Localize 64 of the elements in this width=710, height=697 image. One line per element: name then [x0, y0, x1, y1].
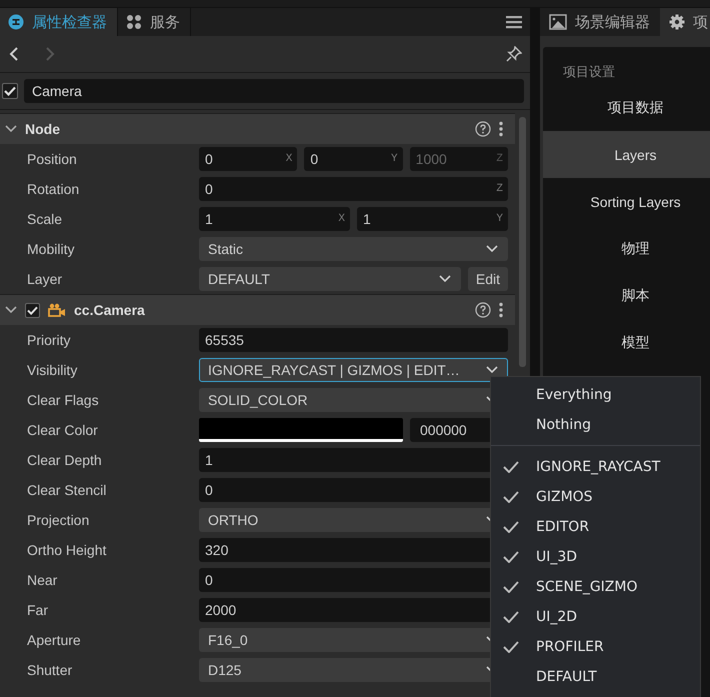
edit-button[interactable]: Edit: [468, 267, 508, 291]
number-field[interactable]: 0 X: [199, 147, 298, 171]
number-field[interactable]: 1 Y: [357, 207, 508, 231]
more-icon[interactable]: [499, 302, 503, 318]
inspector-icon: [8, 14, 24, 30]
grid-icon: [126, 14, 142, 30]
number-field[interactable]: 65535: [199, 328, 508, 352]
number-field[interactable]: 0 Z: [199, 177, 508, 201]
property-label: Clear Color: [26, 422, 99, 438]
property-label: Near: [26, 572, 58, 588]
section-header[interactable]: cc.Camera: [0, 294, 515, 325]
property-label: Ortho Height: [26, 542, 108, 558]
property-label: Visibility: [26, 362, 78, 378]
property-label: Rotation: [26, 181, 80, 197]
caret-icon: [438, 275, 451, 283]
nav-item[interactable]: 物理: [543, 225, 710, 272]
section-title: Node: [25, 121, 60, 137]
select-field[interactable]: IGNORE_RAYCAST | GIZMOS | EDIT…: [199, 358, 508, 382]
pin-icon[interactable]: [506, 46, 522, 62]
gear-icon: [669, 14, 685, 30]
nav-item[interactable]: 脚本: [543, 272, 710, 319]
checkbox[interactable]: [25, 302, 40, 318]
property-label: Layer: [26, 271, 64, 287]
help-icon[interactable]: [475, 121, 491, 137]
property-label: Mobility: [26, 241, 76, 257]
number-field[interactable]: 1 X: [199, 207, 350, 231]
panel-tab[interactable]: 场景编辑器: [540, 8, 660, 36]
checkbox[interactable]: [2, 83, 18, 99]
caret-icon: [486, 245, 498, 253]
property-label: Position: [26, 151, 78, 167]
property-label: Aperture: [26, 632, 82, 648]
nav-item[interactable]: 模型: [543, 319, 710, 366]
property-label: Priority: [26, 332, 72, 348]
more-icon[interactable]: [499, 121, 503, 137]
panel-tab[interactable]: 服务: [118, 8, 191, 36]
select-field[interactable]: DEFAULT: [199, 267, 461, 291]
caret-icon: [486, 366, 498, 374]
property-label: Far: [26, 602, 49, 618]
number-field[interactable]: 0 Y: [304, 147, 403, 171]
chevron-icon[interactable]: [5, 125, 17, 133]
property-label: Clear Depth: [26, 452, 103, 468]
nav-item[interactable]: 项目数据: [543, 84, 710, 131]
nav-heading: 项目设置: [562, 63, 616, 81]
select-field[interactable]: Static: [199, 237, 508, 261]
chevron-icon[interactable]: [5, 306, 17, 314]
property-label: Clear Stencil: [26, 482, 108, 498]
section-title: cc.Camera: [74, 302, 145, 318]
section-header[interactable]: Node: [0, 113, 515, 144]
panel-tab[interactable]: 属性检查器: [0, 8, 118, 36]
color-swatch[interactable]: [199, 418, 403, 442]
menu-icon[interactable]: [506, 15, 522, 29]
property-label: Projection: [26, 512, 90, 528]
property-label: Clear Flags: [26, 392, 100, 408]
help-icon[interactable]: [475, 302, 491, 318]
panel-tab[interactable]: 项: [660, 8, 710, 36]
property-label: Shutter: [26, 662, 74, 678]
nav-item[interactable]: Sorting Layers: [543, 178, 710, 225]
nav-item[interactable]: Layers: [543, 131, 710, 178]
image-icon: [549, 14, 567, 30]
back-icon[interactable]: [9, 46, 19, 62]
scrollbar-thumb[interactable]: [519, 117, 526, 367]
property-label: Scale: [26, 211, 64, 227]
camera-icon: [48, 303, 66, 317]
name-field[interactable]: Camera: [24, 79, 524, 103]
